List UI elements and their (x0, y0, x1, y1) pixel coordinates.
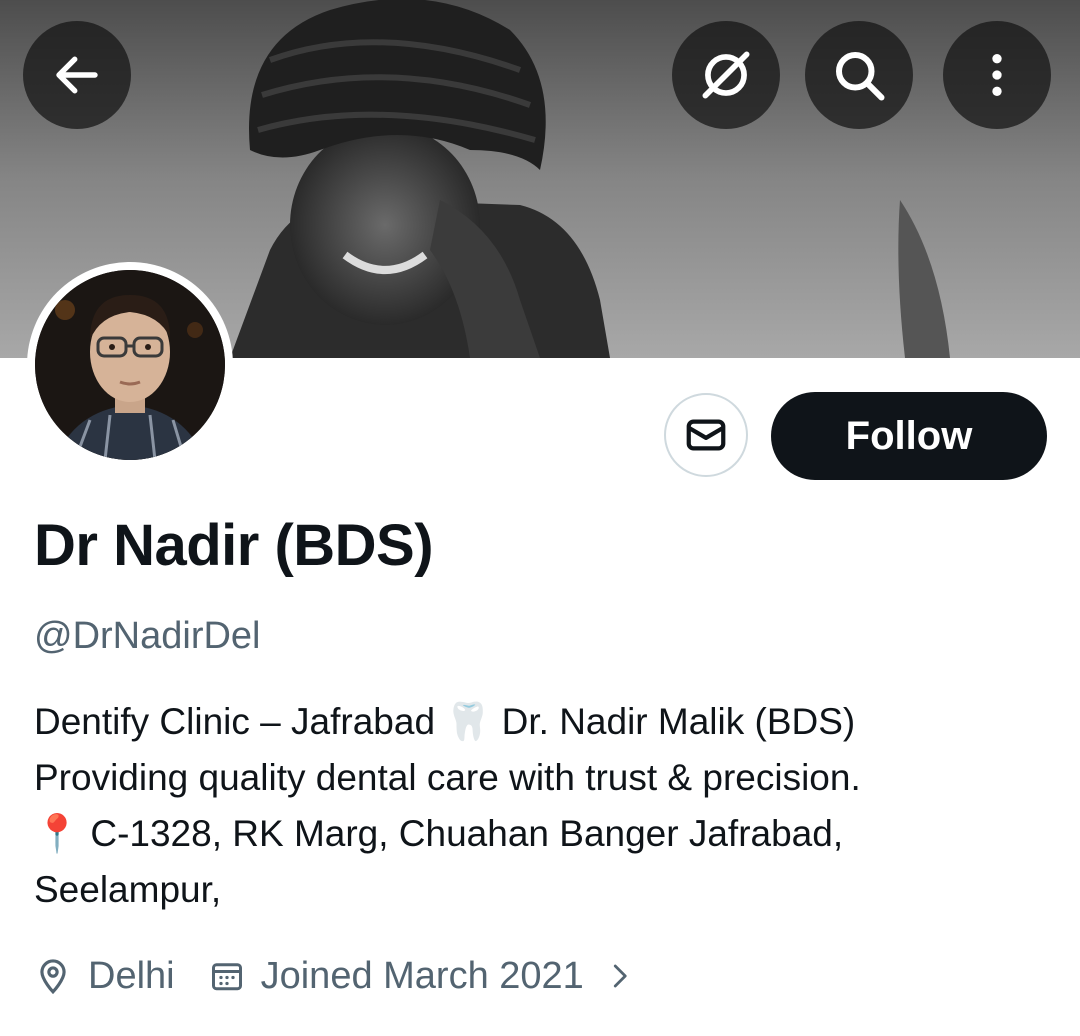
avatar (35, 270, 225, 460)
avatar-image (35, 270, 225, 460)
grok-button[interactable] (672, 21, 780, 129)
bio-line: Providing quality dental care with trust… (34, 757, 861, 798)
display-name: Dr Nadir (BDS) (34, 513, 434, 578)
chevron-right-icon[interactable] (604, 961, 634, 991)
bio-line: Seelampur, (34, 869, 222, 910)
arrow-left-icon (56, 56, 98, 94)
bio-line: 📍 C-1328, RK Marg, Chuahan Banger Jafrab… (34, 813, 844, 854)
profile-bio: Dentify Clinic – Jafrabad 🦷 Dr. Nadir Ma… (34, 694, 1054, 918)
calendar-icon (209, 958, 245, 994)
search-button[interactable] (805, 21, 913, 129)
bio-line: Dentify Clinic – Jafrabad 🦷 Dr. Nadir Ma… (34, 701, 856, 742)
profile-meta: Delhi Joined March 2021 (34, 946, 668, 1006)
location-text: Delhi (88, 954, 175, 997)
joined-item[interactable]: Joined March 2021 (209, 955, 634, 998)
avatar-container[interactable] (27, 262, 233, 468)
message-button[interactable] (664, 393, 748, 477)
location-item: Delhi (34, 955, 175, 998)
back-button[interactable] (23, 21, 131, 129)
follow-button[interactable]: Follow (771, 392, 1047, 480)
more-vertical-icon (992, 54, 1002, 96)
search-icon (836, 52, 885, 101)
joined-text: Joined March 2021 (260, 954, 584, 997)
slashed-circle-icon (702, 51, 750, 99)
more-button[interactable] (943, 21, 1051, 129)
location-pin-icon (34, 957, 72, 995)
envelope-icon (686, 419, 726, 451)
user-handle: @DrNadirDel (34, 615, 261, 657)
